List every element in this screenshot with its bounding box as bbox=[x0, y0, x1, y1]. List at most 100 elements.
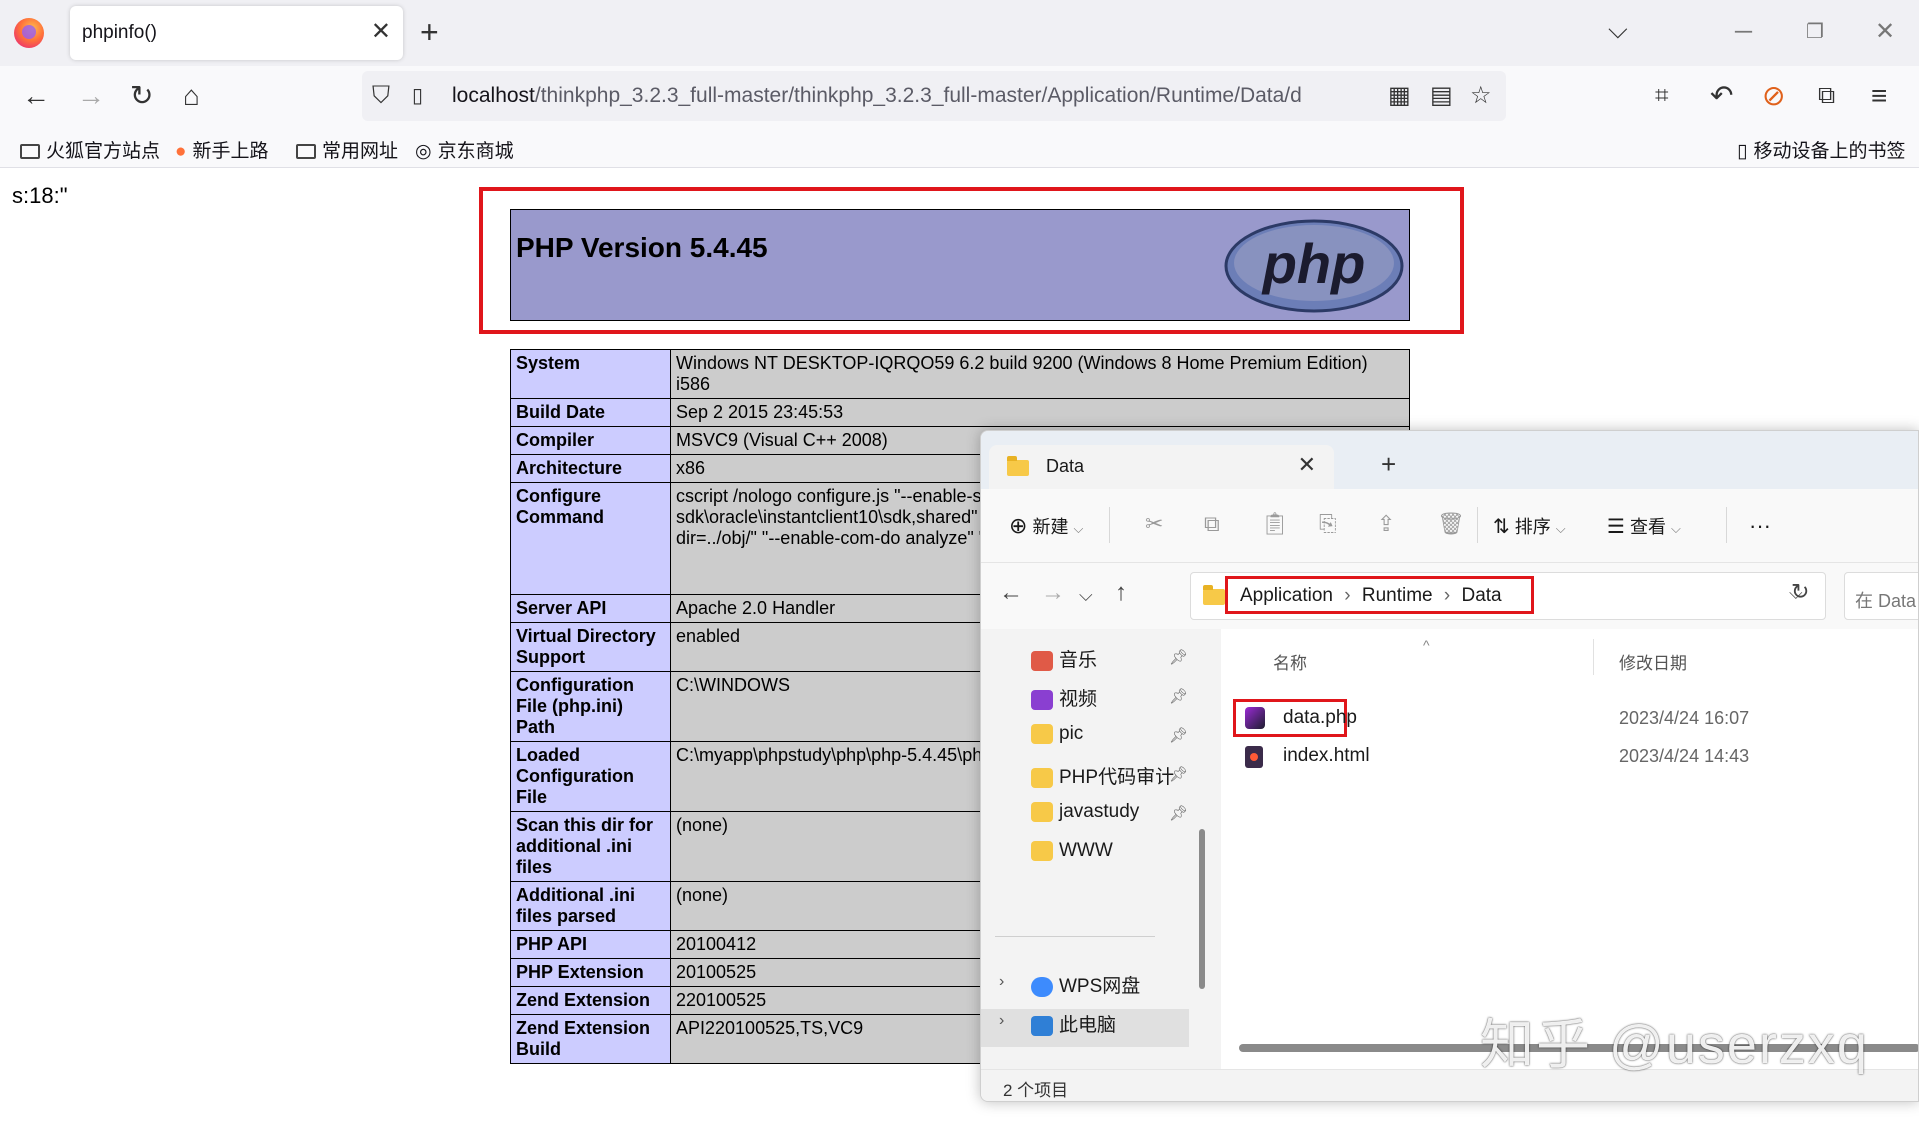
nav-item-php代码审计[interactable]: PHP代码审计 bbox=[1031, 762, 1174, 789]
copy-icon[interactable]: ⧉ bbox=[1204, 511, 1220, 537]
menu-hamburger-icon[interactable]: ≡ bbox=[1871, 78, 1887, 114]
firefox-logo-icon[interactable] bbox=[14, 18, 44, 48]
cut-icon[interactable]: ✂ bbox=[1145, 511, 1163, 537]
list-all-tabs-chevron-icon[interactable]: ⌵ bbox=[1608, 14, 1628, 46]
view-list-icon: ☰ bbox=[1607, 516, 1625, 538]
info-key: PHP API bbox=[510, 930, 671, 959]
info-key: Build Date bbox=[510, 398, 671, 427]
firefox-icon: ● bbox=[175, 141, 187, 162]
new-tab-button[interactable]: + bbox=[420, 14, 439, 50]
folder-icon bbox=[1031, 767, 1053, 788]
nav-item-音乐[interactable]: 音乐 bbox=[1031, 645, 1097, 672]
file-name-index-html[interactable]: index.html bbox=[1283, 745, 1370, 767]
forward-arrow-icon[interactable]: → bbox=[77, 78, 105, 114]
recent-locations-chevron-icon[interactable]: ⌵ bbox=[1079, 585, 1093, 606]
qr-code-icon[interactable]: ▦ bbox=[1388, 81, 1411, 111]
forward-arrow-icon[interactable]: → bbox=[1041, 579, 1065, 607]
sort-button[interactable]: ⇅ 排序 ⌵ bbox=[1493, 513, 1566, 539]
rename-icon[interactable]: ⎘ bbox=[1319, 511, 1337, 537]
breadcrumb-data[interactable]: Data bbox=[1461, 585, 1501, 606]
breadcrumb-application[interactable]: Application bbox=[1240, 585, 1333, 606]
bookmark-getting-started[interactable]: ● 新手上路 bbox=[175, 136, 269, 163]
file-name-data-php[interactable]: data.php bbox=[1283, 707, 1357, 729]
back-arrow-icon[interactable]: ← bbox=[22, 78, 50, 114]
column-separator[interactable] bbox=[1593, 639, 1594, 675]
explorer-address-bar: ← → ⌵ ↑ ⌵ Application › Runtime › Data ↻… bbox=[981, 563, 1918, 629]
reload-icon[interactable]: ↻ bbox=[130, 78, 153, 114]
explorer-tab-close-icon[interactable]: ✕ bbox=[1298, 452, 1316, 478]
command-divider bbox=[1726, 507, 1727, 543]
delete-trash-icon[interactable]: 🗑︎ bbox=[1437, 511, 1465, 537]
nav-item-www[interactable]: WWW bbox=[1031, 840, 1113, 862]
minimize-window-icon[interactable]: ─ bbox=[1735, 14, 1752, 50]
breadcrumb-runtime[interactable]: Runtime bbox=[1362, 585, 1433, 606]
pin-icon[interactable]: 📌︎ bbox=[1169, 765, 1188, 783]
shield-icon[interactable]: ⛉ bbox=[372, 81, 390, 111]
info-key: Additional .ini files parsed bbox=[510, 881, 671, 931]
explorer-command-bar: ⊕ 新建 ⌵ ✂ ⧉ 📋︎ ⎘ ⇪ 🗑︎ ⇅ 排序 ⌵ ☰ 查看 ⌵ ··· bbox=[981, 489, 1918, 563]
bookmark-firefox-official[interactable]: 火狐官方站点 bbox=[20, 136, 160, 163]
column-header-name[interactable]: 名称 bbox=[1273, 649, 1307, 674]
chevron-right-icon: › bbox=[1443, 585, 1451, 606]
browser-tab-phpinfo[interactable]: phpinfo() ✕ bbox=[70, 6, 403, 60]
info-value: Sep 2 2015 23:45:53 bbox=[670, 398, 1410, 427]
mobile-bookmarks[interactable]: ▯ 移动设备上的书签 bbox=[1737, 136, 1905, 163]
info-key: Server API bbox=[510, 594, 671, 623]
restore-window-icon[interactable]: ❐ bbox=[1806, 14, 1824, 50]
view-button[interactable]: ☰ 查看 ⌵ bbox=[1607, 513, 1681, 539]
back-arrow-icon[interactable]: ← bbox=[999, 579, 1023, 607]
home-icon[interactable]: ⌂ bbox=[183, 78, 200, 114]
page-icon[interactable]: ▯ bbox=[412, 81, 423, 111]
up-arrow-icon[interactable]: ↑ bbox=[1115, 579, 1127, 607]
nav-item-wps-cloud[interactable]: WPS网盘 bbox=[1031, 971, 1140, 998]
explorer-tab-strip: Data ✕ + bbox=[981, 431, 1918, 489]
extensions-puzzle-icon[interactable]: ⧉ bbox=[1818, 78, 1835, 114]
paste-icon[interactable]: 📋︎ bbox=[1261, 511, 1289, 537]
extension-blocked-icon[interactable]: ⊘ bbox=[1762, 78, 1785, 114]
info-value: Windows NT DESKTOP-IQRQO59 6.2 build 920… bbox=[670, 349, 1410, 399]
explorer-new-tab-button[interactable]: + bbox=[1381, 449, 1396, 480]
bookmark-jd-mall[interactable]: ◎ 京东商城 bbox=[415, 136, 514, 163]
bookmark-common-sites[interactable]: 常用网址 bbox=[296, 136, 398, 163]
browser-nav-bar: ← → ↻ ⌂ ⛉ ▯ localhost/thinkphp_3.2.3_ful… bbox=[0, 66, 1919, 126]
search-input[interactable]: 在 Data bbox=[1844, 572, 1918, 620]
music-icon bbox=[1031, 650, 1053, 671]
pin-icon[interactable]: 📌︎ bbox=[1169, 726, 1188, 744]
pin-icon[interactable]: 📌︎ bbox=[1169, 648, 1188, 666]
pin-icon[interactable]: 📌︎ bbox=[1169, 687, 1188, 705]
refresh-icon[interactable]: ↻ bbox=[1791, 579, 1809, 605]
new-button[interactable]: ⊕ 新建 ⌵ bbox=[1009, 513, 1083, 539]
column-header-modified[interactable]: 修改日期 bbox=[1619, 649, 1687, 674]
expand-chevron-icon[interactable]: › bbox=[999, 1012, 1004, 1030]
browser-tab-bar: phpinfo() ✕ + ⌵ ─ ❐ ✕ bbox=[0, 0, 1919, 66]
more-options-button[interactable]: ··· bbox=[1749, 513, 1771, 539]
cloud-icon bbox=[1031, 976, 1053, 997]
nav-scrollbar[interactable] bbox=[1199, 829, 1205, 989]
info-key: Zend Extension bbox=[510, 986, 671, 1015]
reader-view-icon[interactable]: ▤ bbox=[1430, 81, 1453, 111]
nav-item-视频[interactable]: 视频 bbox=[1031, 684, 1097, 711]
breadcrumb-path[interactable]: Application › Runtime › Data bbox=[1240, 585, 1502, 607]
explorer-tab-data[interactable]: Data ✕ bbox=[989, 445, 1334, 489]
info-key: PHP Extension bbox=[510, 958, 671, 987]
nav-item-this-pc[interactable]: 此电脑 bbox=[1031, 1010, 1116, 1037]
nav-item-pic[interactable]: pic bbox=[1031, 723, 1083, 745]
url-text[interactable]: localhost/thinkphp_3.2.3_full-master/thi… bbox=[452, 84, 1362, 108]
bookmark-star-icon[interactable]: ☆ bbox=[1470, 81, 1492, 111]
expand-chevron-icon[interactable]: › bbox=[999, 973, 1004, 991]
php-logo-text: php bbox=[1261, 232, 1366, 295]
breadcrumb: Application › Runtime › Data bbox=[1225, 576, 1534, 614]
nav-item-javastudy[interactable]: javastudy bbox=[1031, 801, 1139, 823]
url-bar[interactable]: ⛉ ▯ localhost/thinkphp_3.2.3_full-master… bbox=[362, 71, 1506, 121]
file-date: 2023/4/24 14:43 bbox=[1619, 746, 1750, 766]
info-row: Build Date Sep 2 2015 23:45:53 bbox=[510, 398, 1410, 427]
share-icon[interactable]: ⇪ bbox=[1377, 511, 1395, 537]
pin-icon[interactable]: 📌︎ bbox=[1169, 804, 1188, 822]
undo-arrow-icon[interactable]: ↶ bbox=[1710, 78, 1733, 114]
tab-close-icon[interactable]: ✕ bbox=[371, 18, 391, 46]
close-window-icon[interactable]: ✕ bbox=[1875, 14, 1895, 50]
screenshot-crop-icon[interactable]: ⌗ bbox=[1655, 78, 1669, 114]
folder-icon bbox=[1031, 801, 1053, 822]
item-count: 2 个项目 bbox=[1003, 1081, 1069, 1100]
info-key: Configure Command bbox=[510, 482, 671, 595]
